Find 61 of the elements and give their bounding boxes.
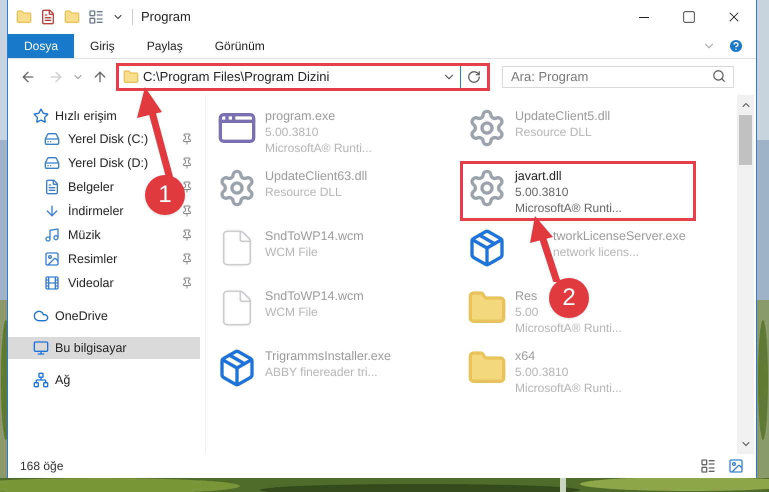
- sidebar-item[interactable]: Yerel Disk (C:): [68, 130, 148, 148]
- network-icon: [33, 372, 49, 388]
- item-count: 168 öğe: [20, 458, 64, 475]
- search-icon[interactable]: [712, 69, 726, 83]
- file-detail: MicrosoftA® Runti...: [515, 380, 622, 396]
- music-note-icon: [44, 227, 60, 243]
- back-icon[interactable]: [20, 69, 36, 85]
- file-detail: Resource DLL: [265, 184, 342, 200]
- cloud-icon: [33, 308, 49, 324]
- maximize-icon: [682, 10, 696, 24]
- file-detail: 5.00.3810: [515, 364, 568, 380]
- sidebar-item[interactable]: İndirmeler: [68, 202, 124, 220]
- sidebar-item[interactable]: Müzik: [68, 226, 101, 244]
- file-detail: MicrosoftA® Runti...: [515, 320, 622, 336]
- file-detail: 5.00.3810: [515, 184, 568, 200]
- drive-icon: [44, 131, 60, 147]
- file-detail: MicrosoftA® Runti...: [515, 200, 622, 216]
- new-folder-icon: [64, 9, 80, 25]
- sidebar-item[interactable]: Hızlı erişim: [8, 105, 200, 127]
- address-path: C:\Program Files\Program Dizini: [143, 68, 330, 86]
- help-icon[interactable]: [728, 38, 744, 54]
- file-detail: network licens...: [553, 244, 640, 260]
- scroll-thumb[interactable]: [739, 115, 752, 165]
- scrollbar[interactable]: [737, 95, 754, 454]
- sidebar-item[interactable]: Bu bilgisayar: [8, 337, 200, 359]
- folder-icon: [123, 69, 139, 85]
- view-icon[interactable]: [88, 9, 104, 25]
- sidebar-item[interactable]: Videolar: [68, 274, 114, 292]
- ribbon-tab[interactable]: Paylaş: [130, 34, 199, 58]
- file-detail: WCM File: [265, 244, 318, 260]
- file-name[interactable]: javart.dll: [515, 168, 562, 184]
- window-title: Program: [141, 8, 191, 26]
- details-view-icon[interactable]: [700, 458, 716, 474]
- ribbon-tab[interactable]: Giriş: [74, 34, 131, 58]
- sidebar-item[interactable]: Belgeler: [68, 178, 114, 196]
- file-detail: Resource DLL: [515, 124, 592, 140]
- sidebar-item[interactable]: Yerel Disk (D:): [68, 154, 148, 172]
- large-icons-view-icon[interactable]: [728, 458, 744, 474]
- file-detail: ABBY finereader tri...: [265, 364, 378, 380]
- file-detail: MicrosoftA® Runti...: [265, 140, 372, 156]
- properties-icon: [40, 9, 56, 25]
- film-icon: [44, 275, 60, 291]
- file-detail: WCM File: [265, 304, 318, 320]
- file-detail: 5.00: [515, 304, 538, 320]
- folder-icon: [16, 9, 32, 25]
- drive-icon: [44, 155, 60, 171]
- up-icon[interactable]: [92, 69, 108, 85]
- ribbon-tab[interactable]: Görünüm: [198, 34, 281, 58]
- search-field[interactable]: Ara: Program: [502, 66, 734, 88]
- minimize-icon: [638, 16, 648, 18]
- star-icon: [33, 108, 49, 124]
- sidebar-item[interactable]: Resimler: [68, 250, 118, 268]
- refresh-icon[interactable]: [467, 70, 481, 84]
- monitor-icon: [33, 340, 49, 356]
- document-icon: [44, 179, 60, 195]
- sidebar-item[interactable]: OneDrive: [8, 305, 200, 327]
- file-tab[interactable]: Dosya: [8, 34, 74, 58]
- address-bar[interactable]: C:\Program Files\Program Dizini: [116, 63, 490, 91]
- image-icon: [44, 251, 60, 267]
- sidebar-item[interactable]: Ağ: [8, 369, 200, 391]
- file-detail: 5.00.3810: [265, 124, 318, 140]
